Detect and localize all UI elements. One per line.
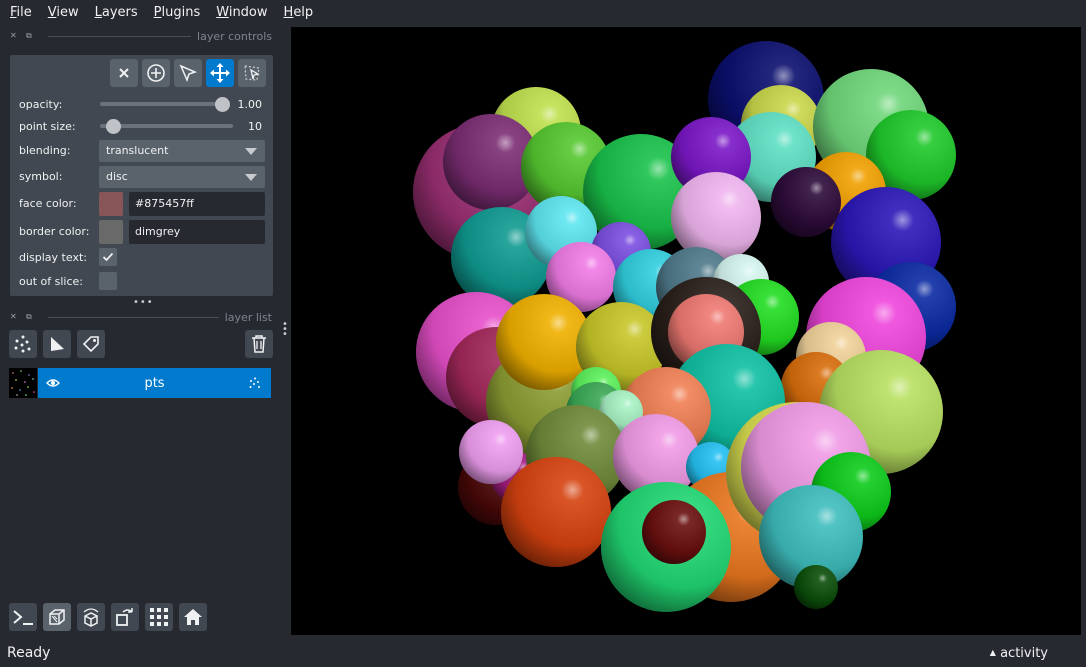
point-sphere-shading xyxy=(771,167,841,237)
menu-file[interactable]: File xyxy=(0,5,38,20)
activity-toggle[interactable]: ▲ activity xyxy=(990,646,1048,661)
point-sphere-shading xyxy=(642,500,706,564)
close-icon xyxy=(119,68,129,78)
panel-resize-handle[interactable]: ••• xyxy=(133,297,154,308)
blending-select[interactable]: translucent xyxy=(99,140,265,162)
add-points-button[interactable] xyxy=(142,59,170,87)
face-color-label: face color: xyxy=(19,197,77,210)
transpose-icon xyxy=(116,608,133,626)
trash-icon xyxy=(252,335,266,353)
layer-controls-panel: opacity: 1.00 point size: 10 blending: t… xyxy=(10,55,273,296)
point-size-slider-handle[interactable] xyxy=(106,119,122,134)
menu-plugins[interactable]: Plugins xyxy=(144,5,207,20)
grid-view-button[interactable] xyxy=(145,603,173,631)
point-size-label: point size: xyxy=(19,120,76,133)
float-dock-icon[interactable]: ⧉ xyxy=(26,312,36,322)
symbol-label: symbol: xyxy=(19,170,63,183)
menubar: File View Layers Plugins Window Help xyxy=(0,0,1086,24)
console-button[interactable] xyxy=(9,603,37,631)
pointer-icon xyxy=(179,64,198,83)
pan-zoom-button[interactable] xyxy=(206,59,234,87)
border-color-value: dimgrey xyxy=(135,225,181,238)
points-render xyxy=(413,41,956,612)
opacity-slider[interactable] xyxy=(100,102,222,106)
roll-dims-button[interactable] xyxy=(77,603,105,631)
layer-name[interactable]: pts xyxy=(38,376,271,391)
home-button[interactable] xyxy=(179,603,207,631)
new-points-layer-button[interactable] xyxy=(9,330,37,358)
points-icon xyxy=(14,335,31,353)
face-color-swatch[interactable] xyxy=(99,192,123,216)
chevron-down-icon xyxy=(245,174,257,181)
points-layer-type-icon xyxy=(249,377,261,392)
new-shapes-layer-button[interactable] xyxy=(43,330,71,358)
transpose-button[interactable] xyxy=(111,603,139,631)
opacity-label: opacity: xyxy=(19,98,63,111)
face-color-value: #875457ff xyxy=(135,197,194,210)
border-color-label: border color: xyxy=(19,225,90,238)
dock-splitter-handle[interactable]: • • • xyxy=(282,320,288,340)
status-bar: Ready ▲ activity xyxy=(0,641,1086,667)
home-icon xyxy=(184,609,202,625)
layer-controls-title-bar: ✕ ⧉ layer controls xyxy=(10,29,272,43)
point-sphere-shading xyxy=(501,457,611,567)
display-text-label: display text: xyxy=(19,251,87,264)
chevron-up-icon: ▲ xyxy=(989,648,996,657)
layer-controls-title: layer controls xyxy=(197,29,272,43)
point-size-value: 10 xyxy=(248,120,262,133)
close-dock-icon[interactable]: ✕ xyxy=(10,312,20,322)
checkmark-icon xyxy=(102,252,114,262)
close-dock-icon[interactable]: ✕ xyxy=(10,31,20,41)
point-sphere-shading xyxy=(794,565,838,609)
layer-body[interactable]: pts xyxy=(38,368,271,398)
float-dock-icon[interactable]: ⧉ xyxy=(26,31,36,41)
border-color-swatch[interactable] xyxy=(99,220,123,244)
blending-value: translucent xyxy=(106,144,169,157)
terminal-icon xyxy=(13,610,33,625)
face-color-input[interactable]: #875457ff xyxy=(129,192,265,216)
display-text-checkbox[interactable] xyxy=(99,248,117,266)
out-of-slice-label: out of slice: xyxy=(19,275,83,288)
point-sphere-shading xyxy=(459,420,523,484)
select-points-button[interactable] xyxy=(174,59,202,87)
blending-label: blending: xyxy=(19,144,71,157)
cube-3d-icon xyxy=(49,609,65,625)
title-divider xyxy=(48,35,192,37)
out-of-slice-checkbox[interactable] xyxy=(99,272,117,290)
viewer-canvas[interactable] xyxy=(291,27,1081,635)
layer-list-title: layer list xyxy=(224,310,272,324)
layer-list-title-bar: ✕ ⧉ layer list xyxy=(10,310,272,324)
symbol-value: disc xyxy=(106,170,128,183)
add-circle-icon xyxy=(147,64,165,82)
grid-icon xyxy=(150,608,168,626)
status-text: Ready xyxy=(7,645,51,661)
shapes-icon xyxy=(51,337,64,351)
opacity-value: 1.00 xyxy=(237,98,263,111)
rotate-cube-icon xyxy=(83,608,99,627)
activity-label: activity xyxy=(1000,646,1048,661)
layer-thumbnail xyxy=(9,368,37,398)
ndisplay-button[interactable] xyxy=(43,603,71,631)
border-color-input[interactable]: dimgrey xyxy=(129,220,265,244)
point-sphere-shading xyxy=(671,172,761,262)
transform-button[interactable] xyxy=(238,59,266,87)
delete-layer-button[interactable] xyxy=(245,330,273,358)
menu-view[interactable]: View xyxy=(38,5,85,20)
move-arrows-icon xyxy=(210,63,230,83)
layer-item-pts[interactable]: pts xyxy=(9,368,271,398)
tag-icon xyxy=(82,336,99,353)
transform-icon xyxy=(244,65,260,81)
menu-help[interactable]: Help xyxy=(274,5,320,20)
menu-layers[interactable]: Layers xyxy=(85,5,144,20)
title-divider xyxy=(48,316,219,318)
menu-window[interactable]: Window xyxy=(206,5,273,20)
delete-points-button[interactable] xyxy=(110,59,138,87)
new-labels-layer-button[interactable] xyxy=(77,330,105,358)
chevron-down-icon xyxy=(245,148,257,155)
symbol-select[interactable]: disc xyxy=(99,166,265,188)
